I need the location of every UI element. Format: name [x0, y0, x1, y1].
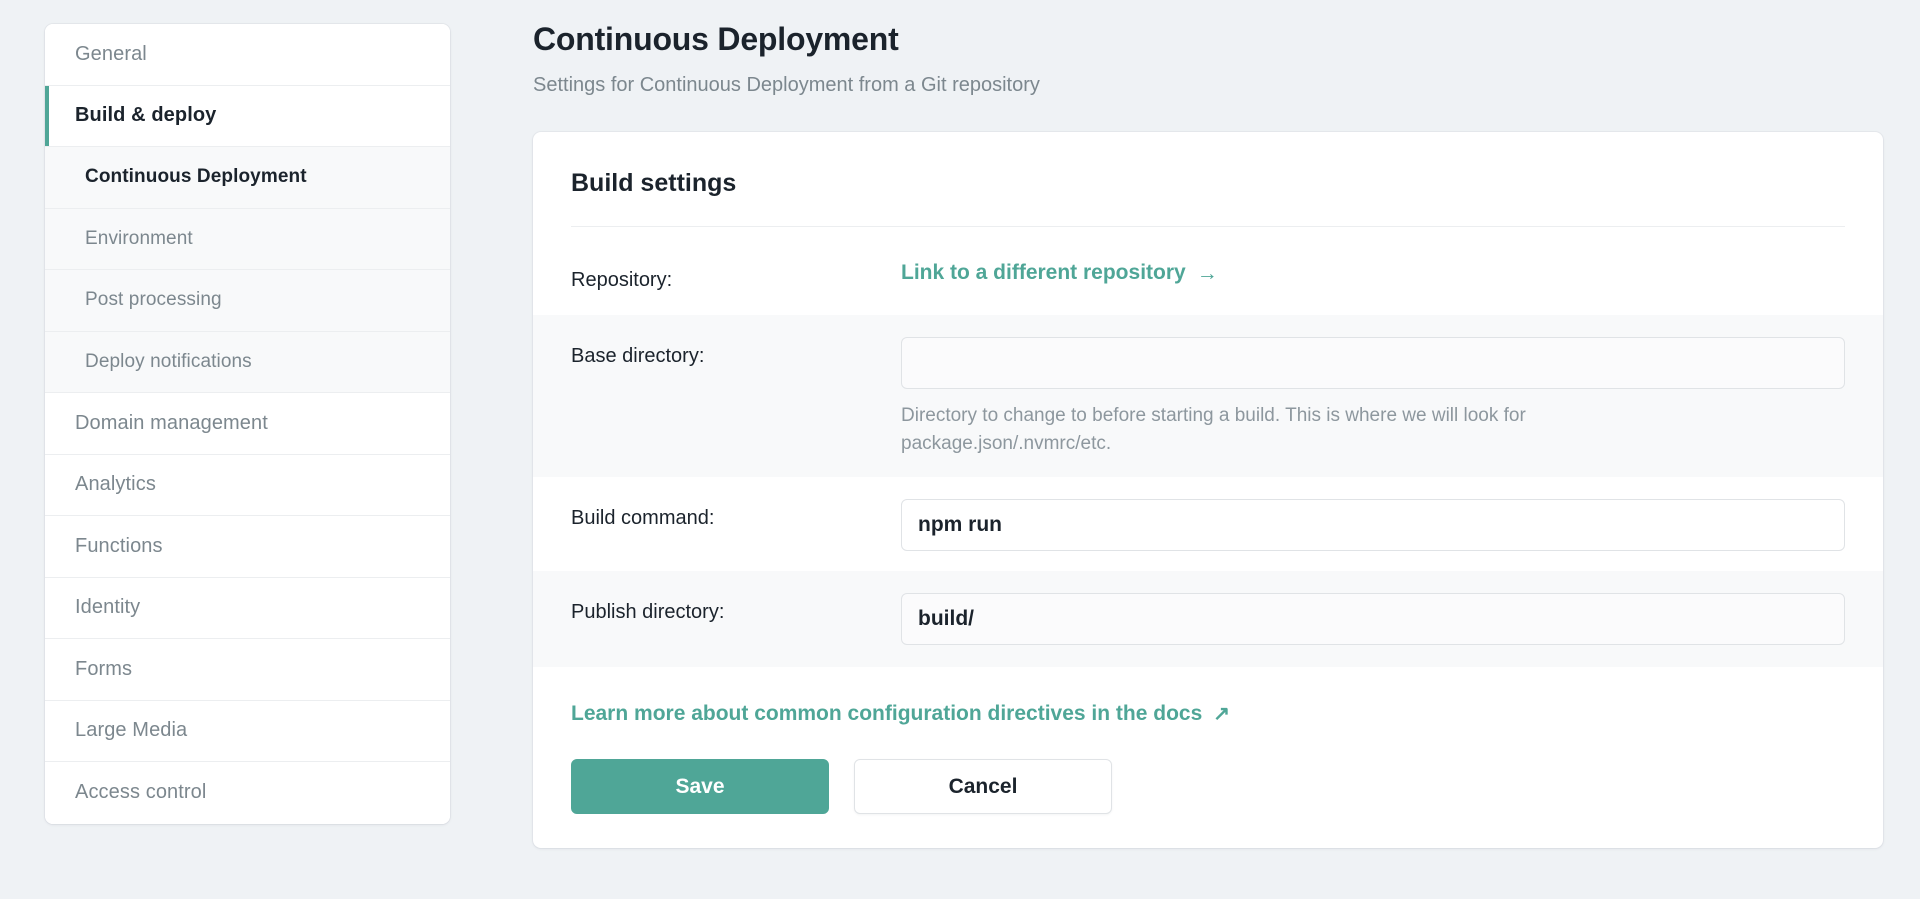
sidebar-item-continuous-deployment[interactable]: Continuous Deployment — [45, 147, 450, 209]
page-subtitle: Settings for Continuous Deployment from … — [533, 74, 1040, 97]
sidebar-item-label: Forms — [75, 657, 133, 680]
publish-directory-field — [901, 593, 1845, 646]
settings-page: General Build & deploy Continuous Deployme… — [0, 0, 1920, 899]
save-button[interactable]: Save — [571, 759, 829, 815]
sidebar-item-environment[interactable]: Environment — [45, 208, 450, 270]
sidebar-item-forms[interactable]: Forms — [45, 639, 450, 701]
repository-field: Link to a different repository → — [901, 261, 1845, 285]
docs-link[interactable]: Learn more about common configuration di… — [571, 701, 1230, 726]
repository-label: Repository: — [571, 269, 673, 292]
publish-directory-input[interactable] — [901, 593, 1845, 646]
base-directory-field: Directory to change to before starting a… — [901, 337, 1845, 457]
sidebar-item-access-control[interactable]: Access control — [45, 762, 450, 824]
cancel-button[interactable]: Cancel — [854, 759, 1112, 815]
page-title: Continuous Deployment — [533, 21, 899, 57]
sidebar-item-label: Post processing — [85, 289, 222, 311]
row-build-command: Build command: — [533, 477, 1883, 572]
sidebar-item-label: Environment — [85, 227, 193, 249]
sidebar-item-analytics[interactable]: Analytics — [45, 454, 450, 516]
arrow-right-icon: → — [1196, 261, 1218, 285]
main-content: Continuous Deployment Settings for Conti… — [533, 0, 1920, 849]
sidebar-item-build-deploy[interactable]: Build & deploy — [45, 85, 450, 147]
sidebar-item-label: General — [75, 42, 147, 65]
sidebar-item-label: Functions — [75, 534, 163, 557]
sidebar-item-deploy-notifications[interactable]: Deploy notifications — [45, 331, 450, 393]
build-command-label: Build command: — [571, 507, 715, 530]
form-actions: Save Cancel — [533, 726, 1883, 815]
card-title: Build settings — [571, 169, 737, 198]
sidebar-item-label: Analytics — [75, 473, 156, 496]
row-repository: Repository: Link to a different reposito… — [533, 227, 1883, 316]
settings-sidebar: General Build & deploy Continuous Deployme… — [45, 24, 450, 824]
external-link-icon: ↗ — [1213, 703, 1231, 726]
sidebar-item-label: Identity — [75, 596, 141, 619]
sidebar-item-large-media[interactable]: Large Media — [45, 700, 450, 762]
sidebar-item-label: Large Media — [75, 719, 188, 742]
row-publish-directory: Publish directory: — [533, 571, 1883, 668]
link-different-repository-label: Link to a different repository — [901, 261, 1186, 285]
base-directory-helper-text: Directory to change to before starting a… — [901, 405, 1526, 454]
base-directory-label: Base directory: — [571, 345, 705, 368]
base-directory-input[interactable] — [901, 337, 1845, 390]
sidebar-item-label: Access control — [75, 781, 207, 804]
sidebar-item-label: Continuous Deployment — [85, 166, 307, 188]
build-command-field — [901, 499, 1845, 552]
sidebar-item-functions[interactable]: Functions — [45, 516, 450, 578]
sidebar-item-post-processing[interactable]: Post processing — [45, 270, 450, 332]
sidebar-item-general[interactable]: General — [45, 24, 450, 86]
row-base-directory: Base directory: Directory to change to b… — [533, 315, 1883, 478]
docs-link-label: Learn more about common configuration di… — [571, 702, 1203, 726]
sidebar-item-identity[interactable]: Identity — [45, 577, 450, 639]
sidebar-item-label: Build & deploy — [75, 104, 217, 127]
sidebar-item-label: Domain management — [75, 411, 268, 434]
build-command-input[interactable] — [901, 499, 1845, 552]
link-different-repository[interactable]: Link to a different repository → — [901, 261, 1218, 285]
docs-link-container: Learn more about common configuration di… — [533, 667, 1883, 726]
sidebar-item-domain-management[interactable]: Domain management — [45, 393, 450, 455]
build-settings-card: Build settings Repository: Link to a dif… — [533, 132, 1883, 849]
sidebar-item-label: Deploy notifications — [85, 350, 252, 372]
publish-directory-label: Publish directory: — [571, 601, 725, 624]
